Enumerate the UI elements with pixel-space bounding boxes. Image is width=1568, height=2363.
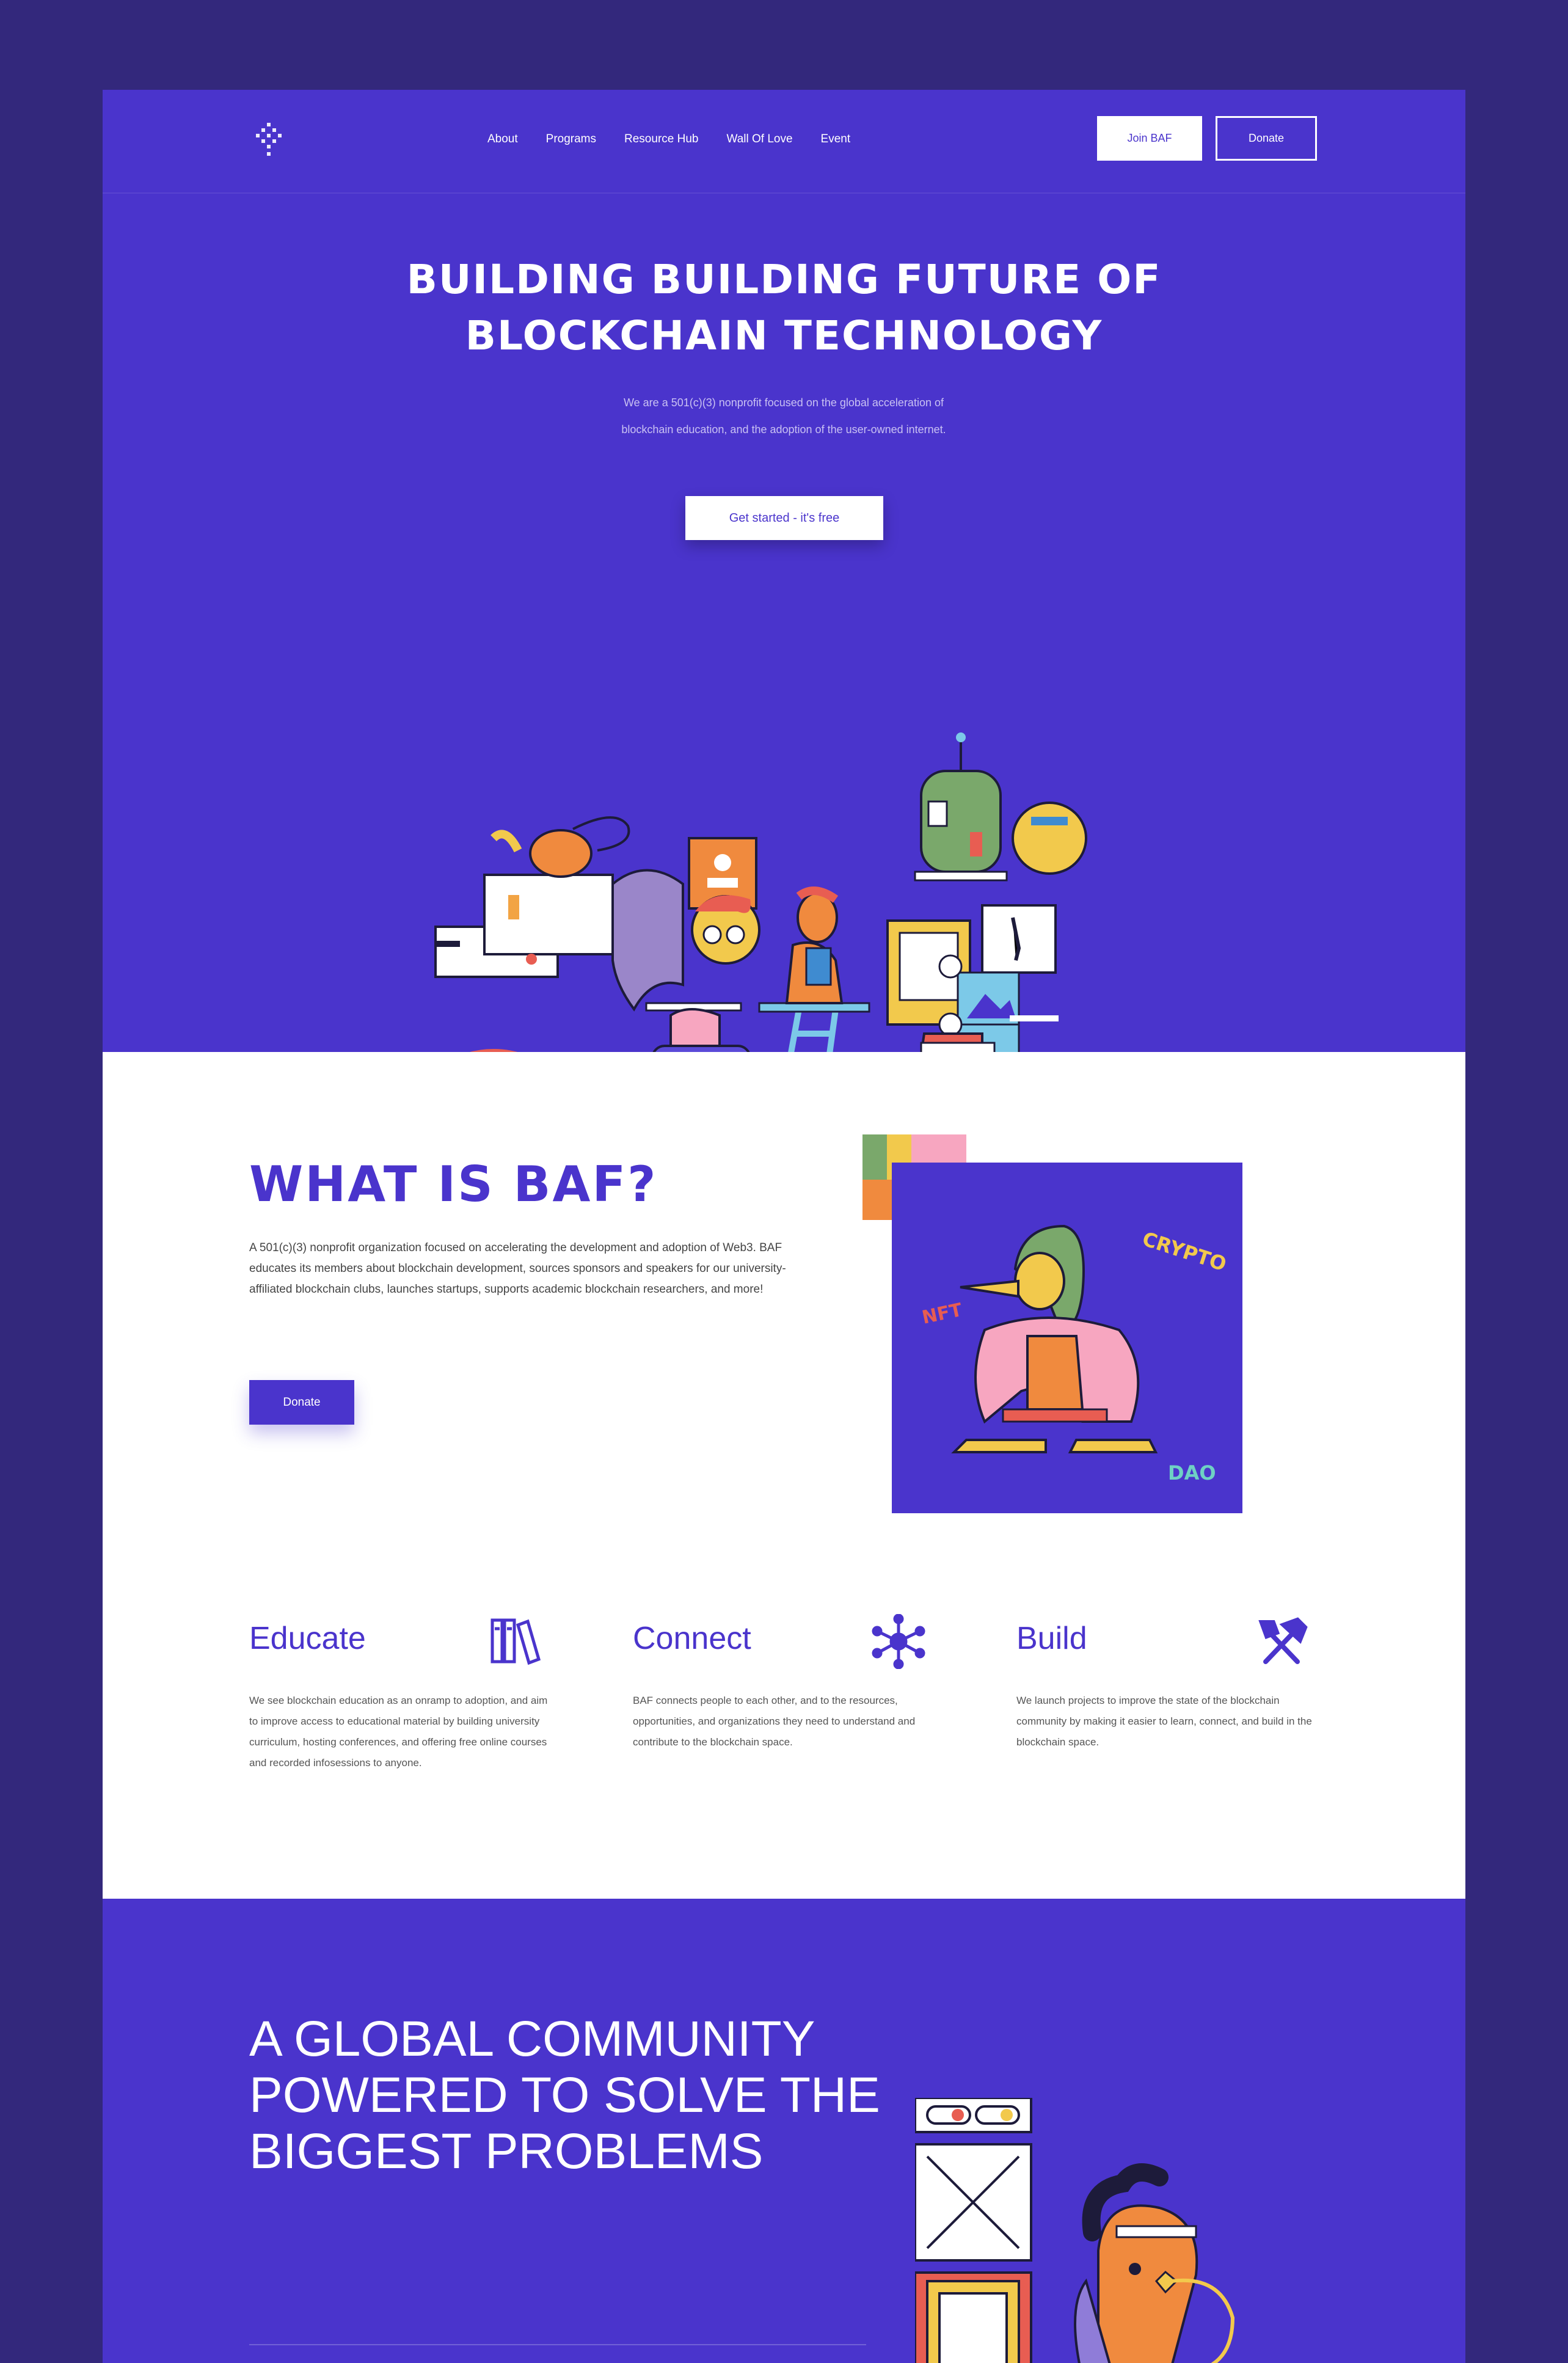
pillar-connect: Connect BAF connects people to each othe… xyxy=(633,1614,932,1748)
nav-links: About Programs Resource Hub Wall Of Love… xyxy=(487,133,850,146)
hero-title: BUILDING BUILDING FUTURE OF BLOCKCHAIN T… xyxy=(103,252,1465,364)
pillar-build-text: We launch projects to improve the state … xyxy=(1016,1695,1312,1748)
nav-programs[interactable]: Programs xyxy=(546,133,596,146)
pillar-educate-text: We see blockchain education as an onramp… xyxy=(249,1695,548,1769)
top-nav: About Programs Resource Hub Wall Of Love… xyxy=(103,90,1465,194)
tools-icon xyxy=(1258,1617,1308,1664)
hero-title-line1: BUILDING BUILDING FUTURE OF xyxy=(406,256,1162,303)
get-started-button[interactable]: Get started - it's free xyxy=(685,496,883,540)
community-title: A GLOBAL COMMUNITY POWERED TO SOLVE THE … xyxy=(249,2011,880,2179)
nav-wall-of-love[interactable]: Wall Of Love xyxy=(726,133,792,146)
donate-button[interactable]: Donate xyxy=(249,1380,354,1425)
hero-subtitle: We are a 501(c)(3) nonprofit focused on … xyxy=(621,396,946,436)
nav-about[interactable]: About xyxy=(487,133,518,146)
community-divider xyxy=(249,2344,866,2345)
what-is-baf-title: WHAT IS BAF? xyxy=(249,1156,658,1213)
page-frame: About Programs Resource Hub Wall Of Love… xyxy=(103,90,1465,2363)
pillar-connect-text: BAF connects people to each other, and t… xyxy=(633,1695,916,1748)
pillar-build: Build We launch projects to improve the … xyxy=(1016,1617,1316,1748)
nav-resource-hub[interactable]: Resource Hub xyxy=(624,133,698,146)
network-icon xyxy=(872,1614,925,1669)
nav-donate-button[interactable]: Donate xyxy=(1216,116,1317,161)
what-is-baf-section: WHAT IS BAF? A 501(c)(3) nonprofit organ… xyxy=(103,1052,1465,1899)
what-is-baf-body: A 501(c)(3) nonprofit organization focus… xyxy=(249,1241,786,1296)
hero-title-line2: BLOCKCHAIN TECHNOLOGY xyxy=(465,312,1103,359)
join-baf-button[interactable]: Join BAF xyxy=(1097,116,1202,161)
what-is-baf-illustration: CRYPTO NFT DAO xyxy=(862,1134,1242,1513)
pillar-educate: Educate We see blockchain education as a… xyxy=(249,1618,549,1769)
baf-logo-icon[interactable] xyxy=(249,120,288,159)
dao-label: DAO xyxy=(1168,1461,1216,1485)
nav-event[interactable]: Event xyxy=(821,133,851,146)
books-icon xyxy=(490,1618,541,1665)
community-illustration xyxy=(915,2098,1235,2363)
